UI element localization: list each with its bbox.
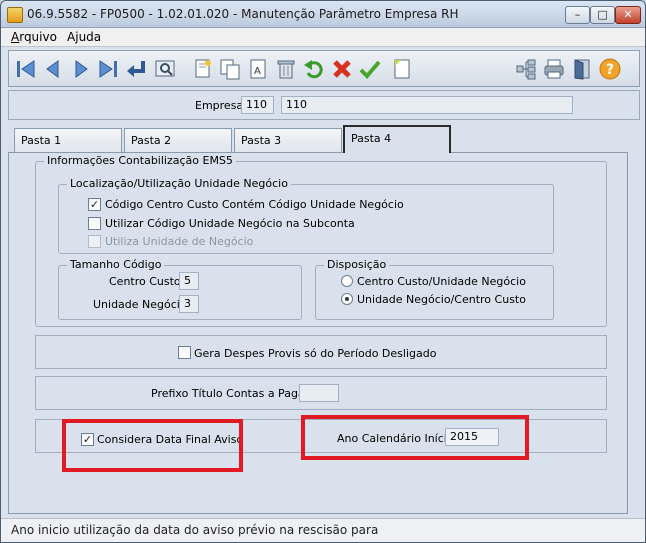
utilizar-codigo-subconta-checkbox[interactable]	[88, 217, 101, 230]
delete-icon[interactable]	[273, 56, 299, 82]
utiliza-unidade-negocio-checkbox	[88, 235, 101, 248]
maximize-button[interactable]: □	[590, 6, 615, 24]
centro-custo-unidade-label: Centro Custo/Unidade Negócio	[357, 275, 526, 288]
prefixo-label: Prefixo Título Contas a Pagar:	[151, 387, 313, 400]
disposicao-title: Disposição	[324, 258, 390, 271]
tree-icon[interactable]	[513, 56, 539, 82]
highlight-considera-data-final	[62, 419, 243, 472]
tab-pasta-3[interactable]: Pasta 3	[234, 128, 342, 152]
confirm-icon[interactable]	[357, 56, 383, 82]
utiliza-unidade-negocio-label: Utiliza Unidade de Negócio	[105, 235, 254, 248]
last-record-icon[interactable]	[95, 56, 121, 82]
first-record-icon[interactable]	[13, 56, 39, 82]
tab-pasta-4[interactable]: Pasta 4	[343, 125, 451, 153]
prefixo-field[interactable]	[299, 384, 339, 402]
app-icon	[7, 7, 23, 23]
next-record-icon[interactable]	[68, 56, 94, 82]
codigo-centro-custo-label: Código Centro Custo Contém Código Unidad…	[105, 198, 404, 211]
status-bar: Ano inicio utilização da data do aviso p…	[1, 518, 645, 542]
application-window: 06.9.5582 - FP0500 - 1.02.01.020 - Manut…	[0, 0, 646, 543]
gera-despes-label: Gera Despes Provis só do Período Desliga…	[194, 347, 437, 360]
print-icon[interactable]	[541, 56, 567, 82]
empresa-code-field: 110	[241, 96, 274, 114]
tab-pasta-2[interactable]: Pasta 2	[124, 128, 232, 152]
unidade-centro-custo-label: Unidade Negócio/Centro Custo	[357, 293, 526, 306]
menu-arquivo[interactable]: Arquivo	[11, 30, 57, 44]
blank-document-icon[interactable]	[389, 56, 415, 82]
centro-custo-unidade-radio[interactable]	[341, 275, 353, 287]
title-bar[interactable]: 06.9.5582 - FP0500 - 1.02.01.020 - Manut…	[1, 1, 645, 28]
previous-record-icon[interactable]	[40, 56, 66, 82]
status-text: Ano inicio utilização da data do aviso p…	[11, 523, 379, 537]
svg-text:?: ?	[606, 62, 614, 78]
unidade-negocio-label: Unidade Negócio:	[93, 298, 191, 311]
menu-ajuda[interactable]: Ajuda	[67, 30, 101, 44]
unidade-negocio-field[interactable]: 3	[179, 295, 199, 313]
tamanho-codigo-title: Tamanho Código	[67, 258, 165, 271]
cancel-icon[interactable]	[329, 56, 355, 82]
toolbar: A ?	[8, 50, 640, 87]
highlight-ano-calendario	[301, 415, 529, 460]
localizacao-group-title: Localização/Utilização Unidade Negócio	[67, 177, 291, 190]
empresa-label: Empresa:	[195, 99, 247, 112]
utilizar-codigo-subconta-label: Utilizar Código Unidade Negócio na Subco…	[105, 217, 355, 230]
centro-custo-label: Centro Custo:	[109, 275, 185, 288]
tab-pasta-1[interactable]: Pasta 1	[14, 128, 122, 152]
undo-icon[interactable]	[301, 56, 327, 82]
gera-despes-checkbox[interactable]	[178, 346, 191, 359]
svg-text:A: A	[254, 66, 261, 77]
new-record-icon[interactable]	[189, 56, 215, 82]
help-icon[interactable]: ?	[597, 56, 623, 82]
copy-record-icon[interactable]	[217, 56, 243, 82]
minimize-button[interactable]: –	[565, 6, 590, 24]
radio-selected-dot	[345, 297, 349, 301]
empresa-name-field: 110	[281, 96, 573, 114]
codigo-centro-custo-checkbox[interactable]: ✓	[88, 198, 101, 211]
window-title: 06.9.5582 - FP0500 - 1.02.01.020 - Manut…	[27, 7, 459, 21]
exit-icon[interactable]	[569, 56, 595, 82]
edit-text-icon[interactable]: A	[245, 56, 271, 82]
goto-record-icon[interactable]	[123, 56, 149, 82]
empresa-bar: Empresa: 110 110	[8, 90, 640, 120]
close-button[interactable]: ✕	[615, 6, 641, 24]
menu-bar: Arquivo Ajuda	[1, 28, 645, 47]
centro-custo-field[interactable]: 5	[179, 272, 199, 290]
search-icon[interactable]	[152, 56, 178, 82]
unidade-centro-custo-radio[interactable]	[341, 293, 353, 305]
ems5-group-title: Informações Contabilização EMS5	[44, 154, 236, 167]
